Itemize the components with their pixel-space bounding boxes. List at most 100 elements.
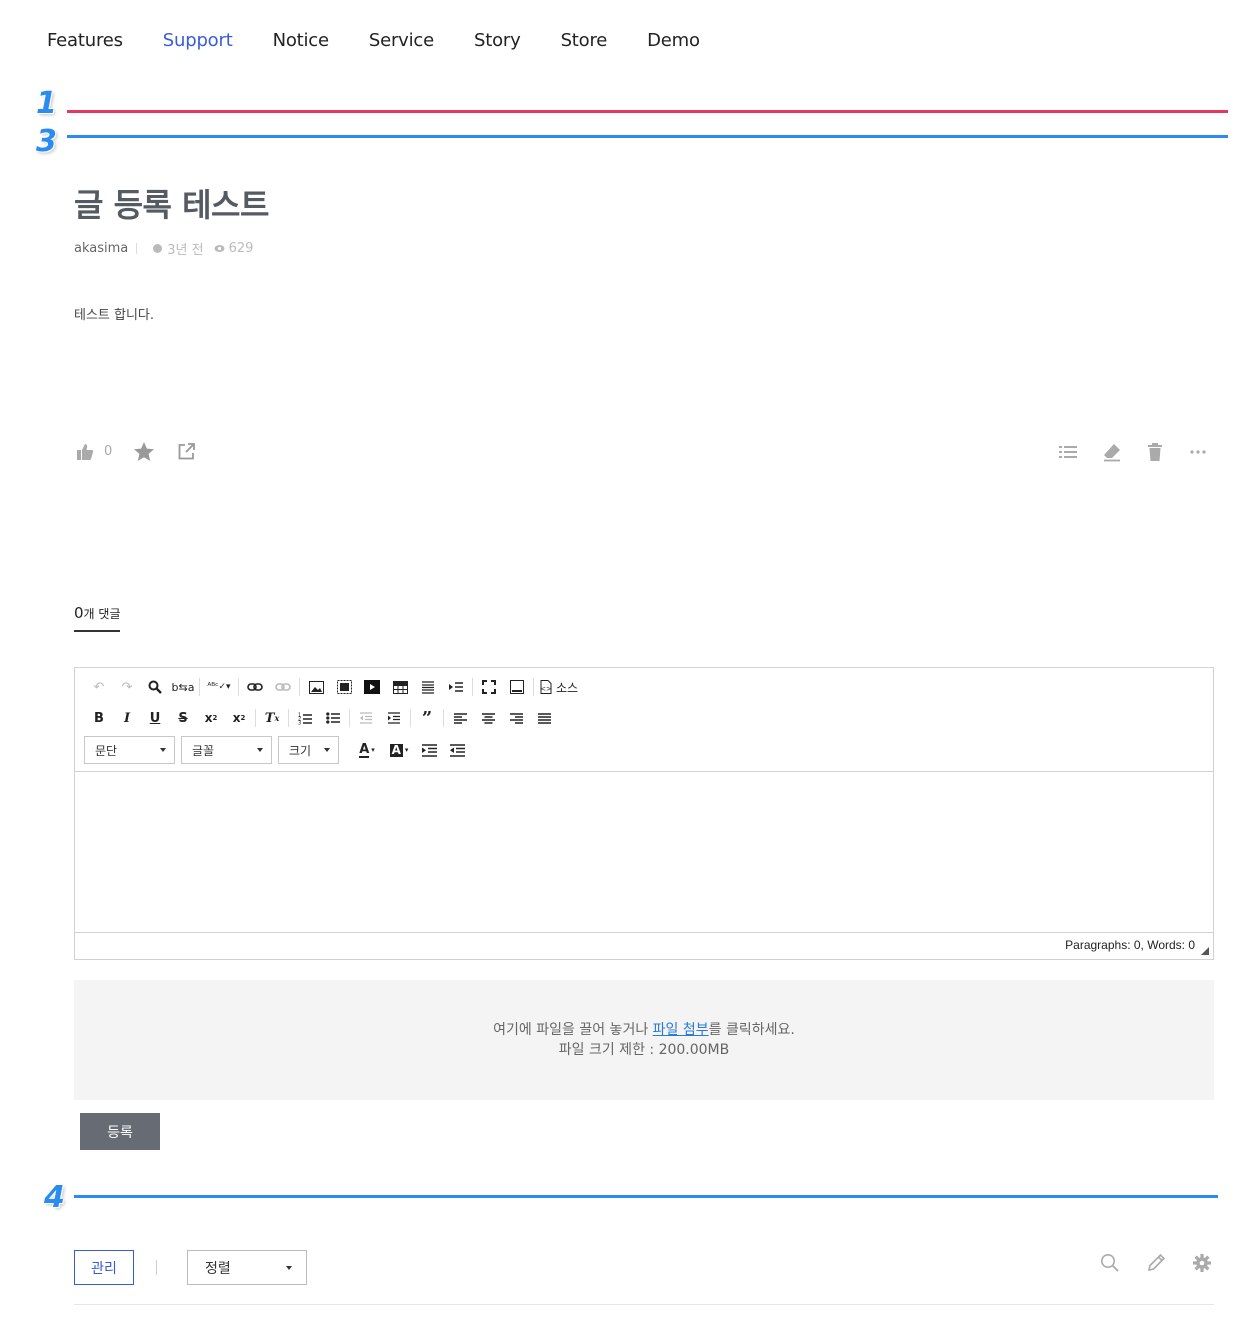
numbered-list-icon[interactable]: 123 xyxy=(291,707,319,729)
toolbar-separator xyxy=(238,678,239,696)
svg-text:<>: <> xyxy=(540,685,552,693)
bullet-list-icon[interactable] xyxy=(319,707,347,729)
post-time-text: 3년 전 xyxy=(167,243,204,258)
unlink-icon[interactable] xyxy=(269,676,297,698)
toolbar-separator xyxy=(472,678,473,696)
link-icon[interactable] xyxy=(241,676,269,698)
external-link-icon[interactable] xyxy=(178,443,196,460)
nav-item-features[interactable]: Features xyxy=(47,28,123,54)
editor-toolbar: ↶ ↷ b⇆a ᴬᴮᶜ✓▾ <> 소스 B I U S x 2 x 2 T x … xyxy=(75,668,1213,772)
nav-item-support[interactable]: Support xyxy=(163,28,233,54)
spellcheck-icon[interactable]: ᴬᴮᶜ✓▾ xyxy=(202,676,236,698)
post-author[interactable]: akasima xyxy=(74,241,128,256)
strikethrough-icon[interactable]: S xyxy=(169,707,197,729)
chevron-down-icon xyxy=(286,1265,292,1270)
source-button[interactable]: <> 소스 xyxy=(536,676,582,698)
list-icon[interactable] xyxy=(1058,442,1078,462)
gallery-icon[interactable] xyxy=(330,676,358,698)
font-select[interactable]: 글꼴 xyxy=(181,736,272,764)
sort-select[interactable]: 정렬 xyxy=(187,1250,307,1285)
remove-format-icon[interactable]: Tx xyxy=(258,707,286,729)
nav-item-service[interactable]: Service xyxy=(369,28,434,54)
post-body: 테스트 합니다. xyxy=(74,308,155,323)
thumbs-up-icon[interactable] xyxy=(76,443,94,461)
fullscreen-icon[interactable] xyxy=(475,676,503,698)
font-size-select[interactable]: 크기 xyxy=(278,736,339,764)
toolbar-separator xyxy=(533,678,534,696)
table-icon[interactable] xyxy=(386,676,414,698)
bold-icon[interactable]: B xyxy=(85,707,113,729)
nav-item-demo[interactable]: Demo xyxy=(647,28,700,54)
underline-icon[interactable]: U xyxy=(141,707,169,729)
trash-icon[interactable] xyxy=(1146,442,1164,462)
file-attach-link[interactable]: 파일 첨부 xyxy=(653,1022,709,1038)
file-dropzone[interactable]: 여기에 파일을 끌어 놓거나 파일 첨부를 클릭하세요. 파일 크기 제한 : … xyxy=(74,980,1214,1100)
post-views: 629 xyxy=(214,241,254,256)
redo-icon[interactable]: ↷ xyxy=(113,676,141,698)
eye-icon xyxy=(214,245,225,252)
editor-word-count: Paragraphs: 0, Words: 0 xyxy=(1065,938,1195,952)
image-icon[interactable] xyxy=(302,676,330,698)
eraser-icon[interactable] xyxy=(1102,442,1122,462)
post-title: 글 등록 테스트 xyxy=(74,186,269,224)
resize-handle-icon[interactable] xyxy=(1201,947,1209,955)
align-justify-icon[interactable] xyxy=(530,707,558,729)
align-center-icon[interactable] xyxy=(474,707,502,729)
superscript-icon[interactable]: x2 xyxy=(225,707,253,729)
align-left-icon[interactable] xyxy=(446,707,474,729)
toolbar-row-2: B I U S x2 x2 Tx 123 ” xyxy=(85,707,558,729)
gear-icon[interactable] xyxy=(1192,1253,1212,1273)
editor-status-bar: Paragraphs: 0, Words: 0 xyxy=(75,932,1213,959)
clock-icon xyxy=(153,244,163,253)
editor-content-area[interactable] xyxy=(75,773,1213,933)
align-right-icon[interactable] xyxy=(502,707,530,729)
search-icon[interactable] xyxy=(1100,1253,1120,1273)
indent-block-icon[interactable] xyxy=(415,739,443,761)
blockquote-indent-icon[interactable] xyxy=(442,676,470,698)
star-icon[interactable] xyxy=(134,442,155,461)
find-icon[interactable] xyxy=(141,676,169,698)
nav-item-notice[interactable]: Notice xyxy=(273,28,330,54)
svg-text:3: 3 xyxy=(298,720,301,725)
annotation-line-4 xyxy=(74,1195,1218,1198)
list-controls-divider xyxy=(156,1260,157,1275)
post-views-text: 629 xyxy=(228,241,254,256)
post-meta: akasima 3년 전 629 xyxy=(74,239,263,258)
preview-icon[interactable] xyxy=(503,676,531,698)
dropzone-text-before: 여기에 파일을 끌어 놓거나 xyxy=(493,1022,653,1038)
indent-icon[interactable] xyxy=(380,707,408,729)
font-value: 글꼴 xyxy=(192,743,215,758)
paragraph-format-value: 문단 xyxy=(95,743,118,758)
outdent-icon[interactable] xyxy=(352,707,380,729)
undo-icon[interactable]: ↶ xyxy=(85,676,113,698)
outdent-block-icon[interactable] xyxy=(443,739,471,761)
like-count: 0 xyxy=(104,444,113,459)
paragraph-format-select[interactable]: 문단 xyxy=(84,736,175,764)
replace-icon[interactable]: b⇆a xyxy=(169,676,197,698)
toolbar-separator xyxy=(443,709,444,727)
horizontal-rule-icon[interactable] xyxy=(414,676,442,698)
dropzone-text-after: 를 클릭하세요. xyxy=(708,1022,795,1038)
annotation-line-1 xyxy=(67,110,1228,113)
subscript-icon[interactable]: x2 xyxy=(197,707,225,729)
sort-select-value: 정렬 xyxy=(205,1260,231,1277)
text-color-icon[interactable]: A ▾ xyxy=(351,739,383,761)
nav-item-store[interactable]: Store xyxy=(561,28,608,54)
top-nav: Features Support Notice Service Story St… xyxy=(47,28,740,54)
more-icon[interactable] xyxy=(1188,442,1208,462)
list-tools xyxy=(1100,1253,1212,1273)
list-divider xyxy=(74,1304,1214,1305)
chevron-down-icon xyxy=(257,748,263,752)
comments-count[interactable]: 0개 댓글 xyxy=(74,604,121,632)
nav-item-story[interactable]: Story xyxy=(474,28,521,54)
submit-comment-button[interactable]: 등록 xyxy=(80,1113,160,1150)
media-icon[interactable] xyxy=(358,676,386,698)
italic-icon[interactable]: I xyxy=(113,707,141,729)
annotation-marker-4: 4 xyxy=(44,1180,65,1215)
manage-button[interactable]: 관리 xyxy=(74,1250,134,1285)
blockquote-icon[interactable]: ” xyxy=(413,707,441,729)
toolbar-separator xyxy=(255,709,256,727)
background-color-icon[interactable]: A ▾ xyxy=(383,739,415,761)
pencil-icon[interactable] xyxy=(1146,1253,1166,1273)
annotation-marker-1: 1 xyxy=(36,86,57,121)
